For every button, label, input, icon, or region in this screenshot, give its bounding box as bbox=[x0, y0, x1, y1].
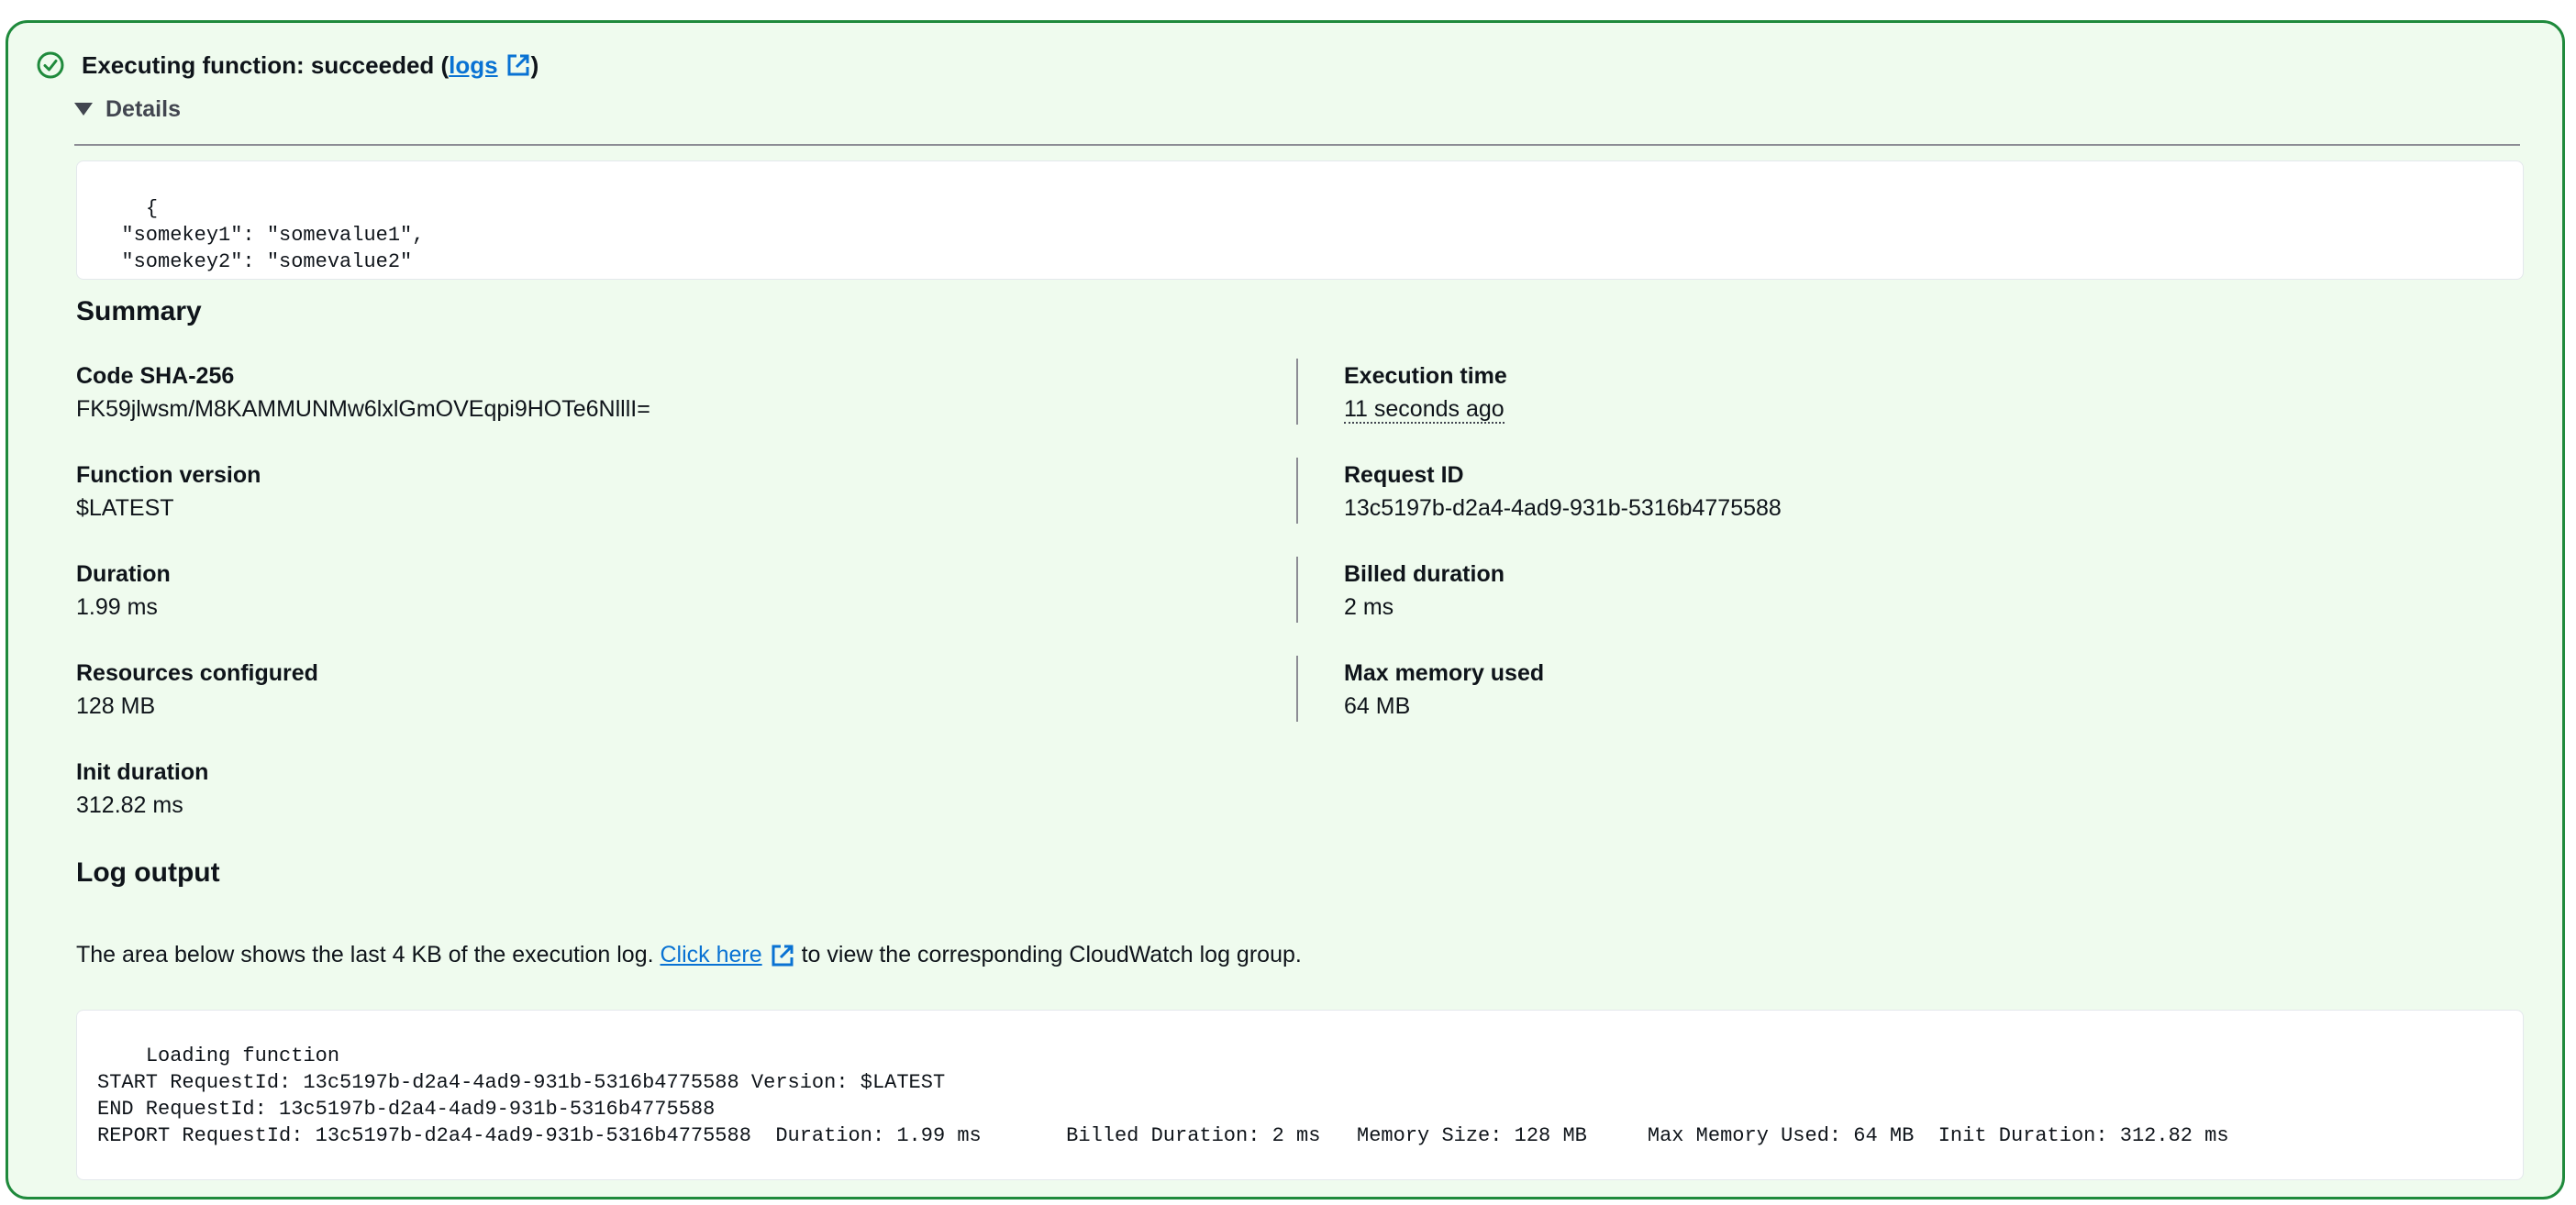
init-duration-value: 312.82 ms bbox=[76, 792, 183, 818]
logs-link-label: logs bbox=[449, 50, 498, 79]
log-description-text-after: to view the corresponding CloudWatch log… bbox=[794, 942, 1302, 967]
summary-title: Summary bbox=[76, 296, 202, 326]
billed-duration-value: 2 ms bbox=[1344, 594, 1394, 620]
column-divider bbox=[1296, 557, 1298, 623]
check-circle-icon bbox=[36, 50, 65, 80]
summary-item-resources: Resources configured 128 MB bbox=[76, 659, 318, 720]
summary-item-code-sha: Code SHA-256 FK59jlwsm/M8KAMMUNMw6lxlGmO… bbox=[76, 362, 650, 423]
log-output-title: Log output bbox=[76, 857, 220, 888]
billed-duration-label: Billed duration bbox=[1344, 561, 1505, 587]
summary-item-init-duration: Init duration 312.82 ms bbox=[76, 758, 208, 819]
execution-time-label: Execution time bbox=[1344, 363, 1507, 389]
summary-item-request-id: Request ID 13c5197b-d2a4-4ad9-931b-5316b… bbox=[1344, 461, 1782, 522]
request-id-value: 13c5197b-d2a4-4ad9-931b-5316b4775588 bbox=[1344, 495, 1782, 521]
log-description-text: The area below shows the last 4 KB of th… bbox=[76, 942, 661, 967]
resources-label: Resources configured bbox=[76, 660, 318, 686]
cloudwatch-link[interactable]: Click here bbox=[661, 942, 795, 968]
logs-link[interactable]: logs bbox=[449, 51, 530, 80]
external-link-icon bbox=[505, 52, 531, 78]
column-divider bbox=[1296, 656, 1298, 722]
log-output-description: The area below shows the last 4 KB of th… bbox=[76, 942, 1302, 968]
duration-value: 1.99 ms bbox=[76, 594, 158, 620]
summary-item-function-version: Function version $LATEST bbox=[76, 461, 261, 522]
details-section-header: Details bbox=[74, 91, 2520, 146]
resize-handle-icon[interactable] bbox=[2504, 1161, 2519, 1176]
execution-status: Executing function: succeeded ( logs ) bbox=[36, 49, 539, 82]
column-divider bbox=[1296, 458, 1298, 524]
code-sha-label: Code SHA-256 bbox=[76, 363, 235, 389]
payload-textarea[interactable]: { "somekey1": "somevalue1", "somekey2": … bbox=[76, 160, 2524, 280]
code-sha-value: FK59jlwsm/M8KAMMUNMw6lxlGmOVEqpi9HOTe6Nl… bbox=[76, 396, 650, 422]
resources-value: 128 MB bbox=[76, 693, 156, 719]
summary-item-billed-duration: Billed duration 2 ms bbox=[1344, 560, 1505, 621]
details-toggle[interactable]: Details bbox=[74, 96, 181, 123]
execution-result-panel: Executing function: succeeded ( logs ) D… bbox=[6, 20, 2565, 1199]
max-memory-label: Max memory used bbox=[1344, 660, 1545, 686]
function-version-value: $LATEST bbox=[76, 495, 174, 521]
log-text: Loading function START RequestId: 13c519… bbox=[97, 1045, 2229, 1147]
function-version-label: Function version bbox=[76, 462, 261, 488]
column-divider bbox=[1296, 359, 1298, 425]
summary-item-max-memory: Max memory used 64 MB bbox=[1344, 659, 1544, 720]
summary-item-duration: Duration 1.99 ms bbox=[76, 560, 171, 621]
status-text: Executing function: succeeded ( bbox=[82, 50, 450, 79]
external-link-icon bbox=[770, 943, 795, 968]
max-memory-value: 64 MB bbox=[1344, 693, 1411, 719]
log-output-textarea[interactable]: Loading function START RequestId: 13c519… bbox=[76, 1010, 2524, 1180]
request-id-label: Request ID bbox=[1344, 462, 1464, 488]
resize-handle-icon[interactable] bbox=[2504, 260, 2519, 275]
duration-label: Duration bbox=[76, 561, 171, 587]
details-label: Details bbox=[105, 95, 181, 122]
summary-item-execution-time: Execution time 11 seconds ago bbox=[1344, 362, 1507, 424]
status-close-paren: ) bbox=[530, 50, 539, 79]
payload-text: { "somekey1": "somevalue1", "somekey2": … bbox=[97, 197, 425, 279]
cloudwatch-link-label: Click here bbox=[660, 942, 762, 967]
init-duration-label: Init duration bbox=[76, 759, 209, 785]
execution-time-value[interactable]: 11 seconds ago bbox=[1344, 396, 1505, 424]
caret-down-icon bbox=[74, 103, 93, 116]
